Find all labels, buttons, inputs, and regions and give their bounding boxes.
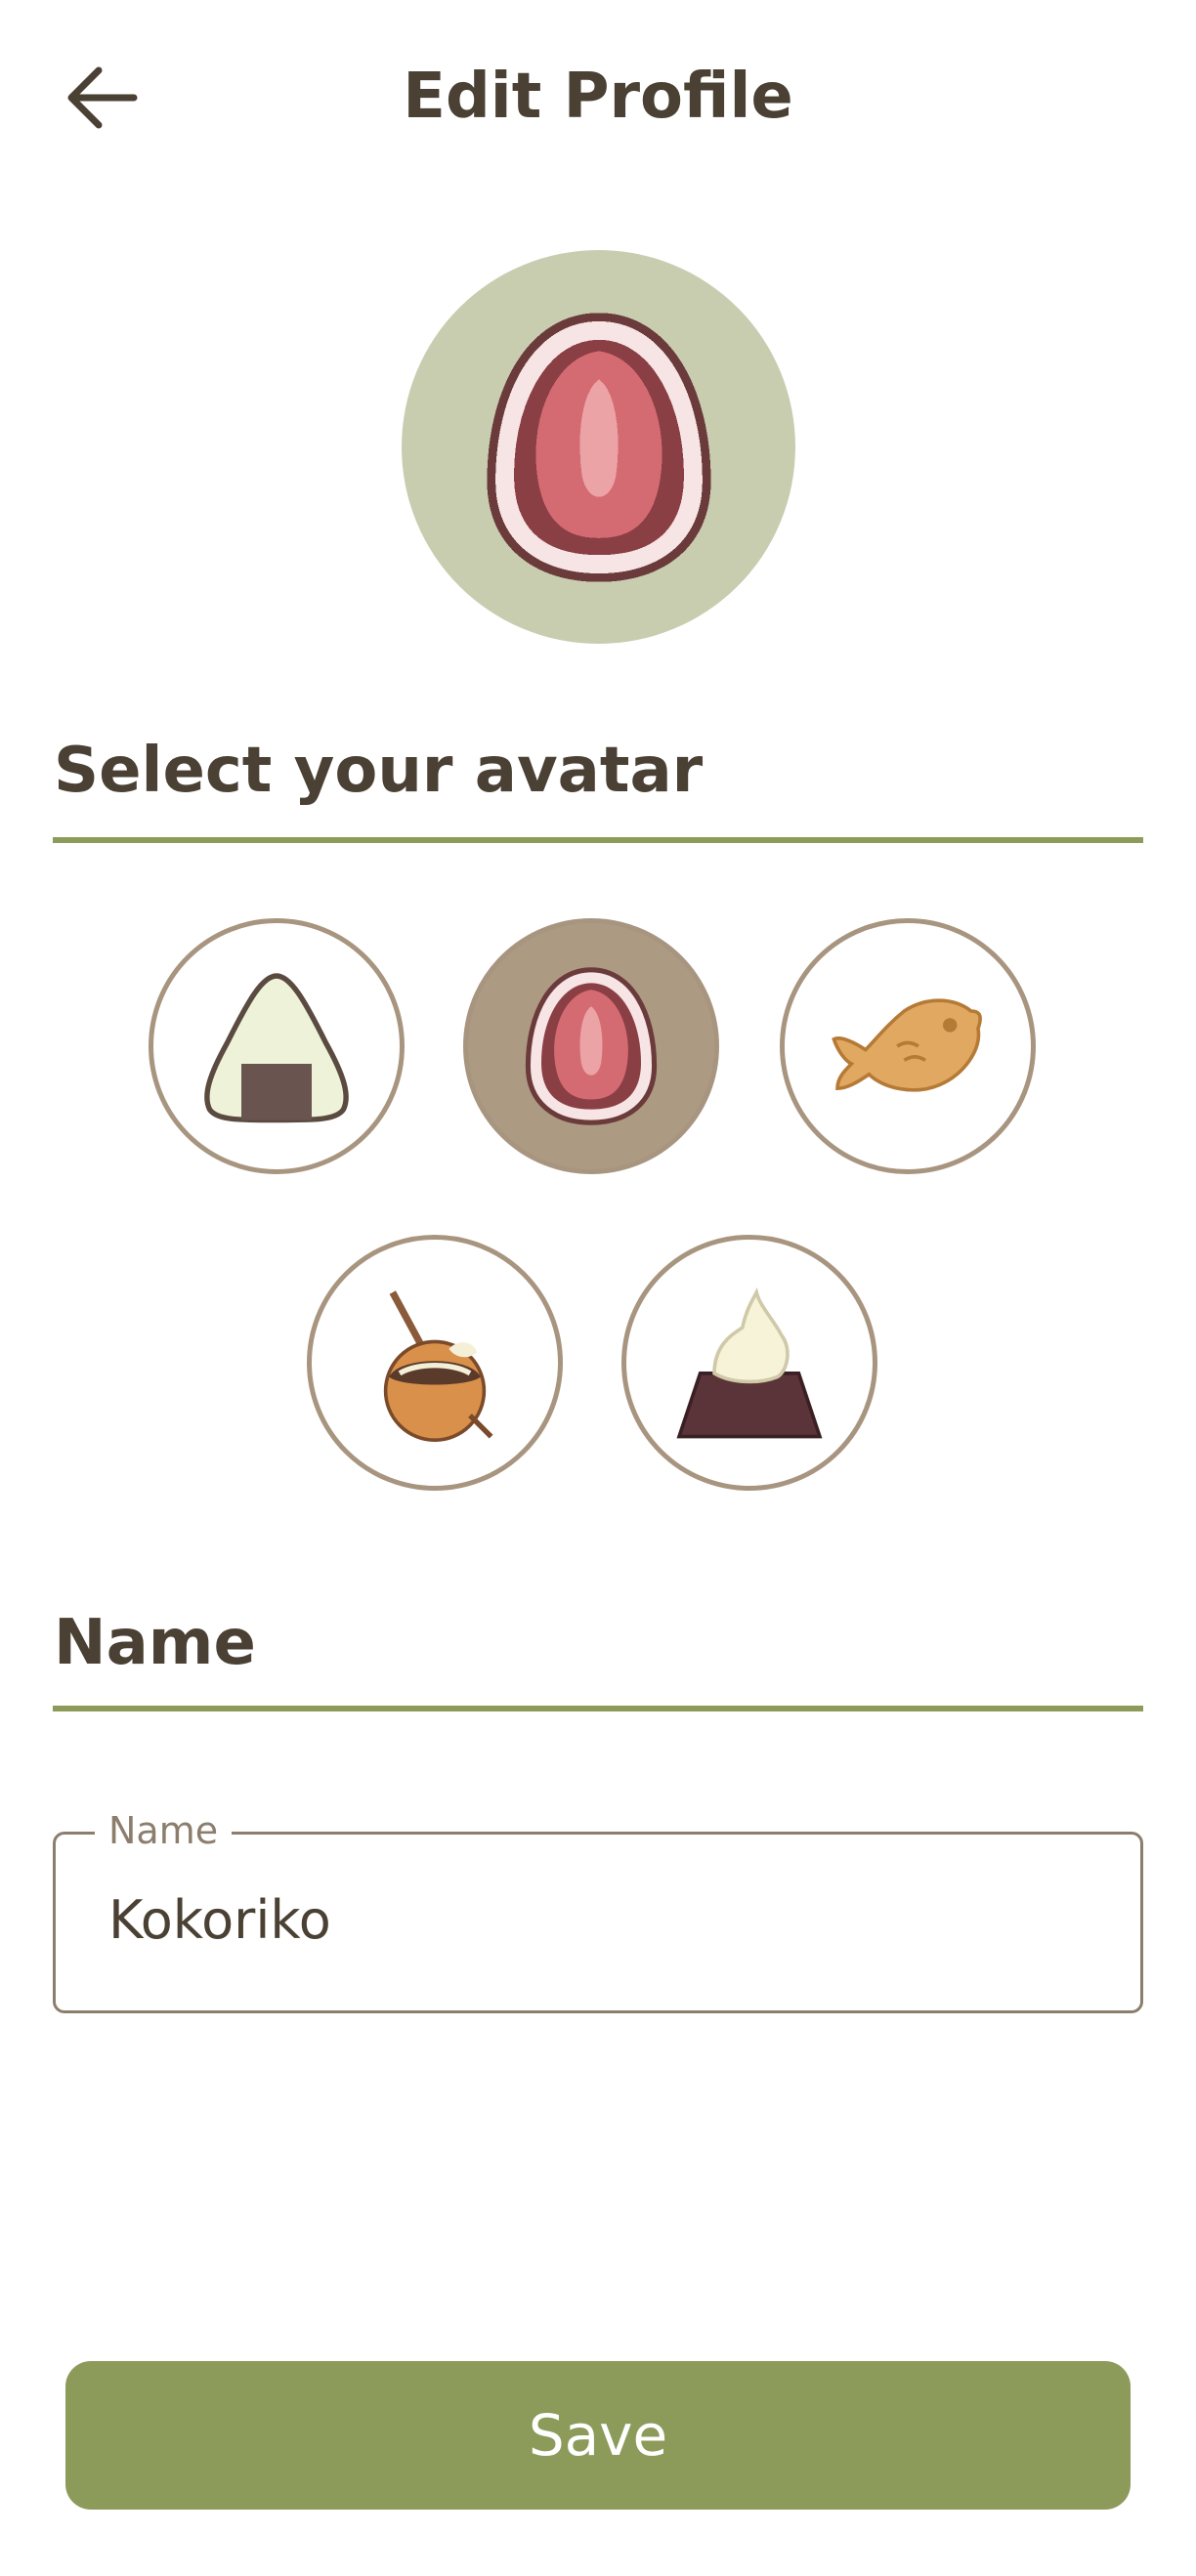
avatar-option-takoyaki[interactable]	[307, 1235, 563, 1491]
app-bar: Edit Profile	[0, 0, 1196, 195]
save-button[interactable]: Save	[65, 2361, 1131, 2510]
name-input-field[interactable]: Name Kokoriko	[53, 1809, 1143, 2013]
name-field-label: Name	[95, 1809, 233, 1852]
avatar-section-heading: Select your avatar	[54, 735, 704, 807]
chocolate-cake-icon	[676, 1287, 823, 1439]
avatar-option-taiyaki[interactable]	[780, 918, 1036, 1174]
avatar-option-strawberry-mochi[interactable]	[463, 918, 719, 1174]
page-title: Edit Profile	[403, 61, 793, 133]
onigiri-icon	[204, 973, 349, 1123]
strawberry-mochi-icon	[525, 967, 658, 1125]
name-section-heading: Name	[54, 1607, 256, 1679]
takoyaki-icon	[383, 1290, 493, 1442]
current-avatar	[402, 250, 795, 644]
strawberry-mochi-icon	[486, 312, 711, 582]
taiyaki-icon	[832, 998, 982, 1092]
name-section-divider	[53, 1706, 1143, 1711]
name-field-value[interactable]: Kokoriko	[108, 1889, 331, 1951]
avatar-section-divider	[53, 837, 1143, 843]
avatar-option-onigiri[interactable]	[149, 918, 405, 1174]
avatar-option-chocolate-cake[interactable]	[621, 1235, 877, 1491]
